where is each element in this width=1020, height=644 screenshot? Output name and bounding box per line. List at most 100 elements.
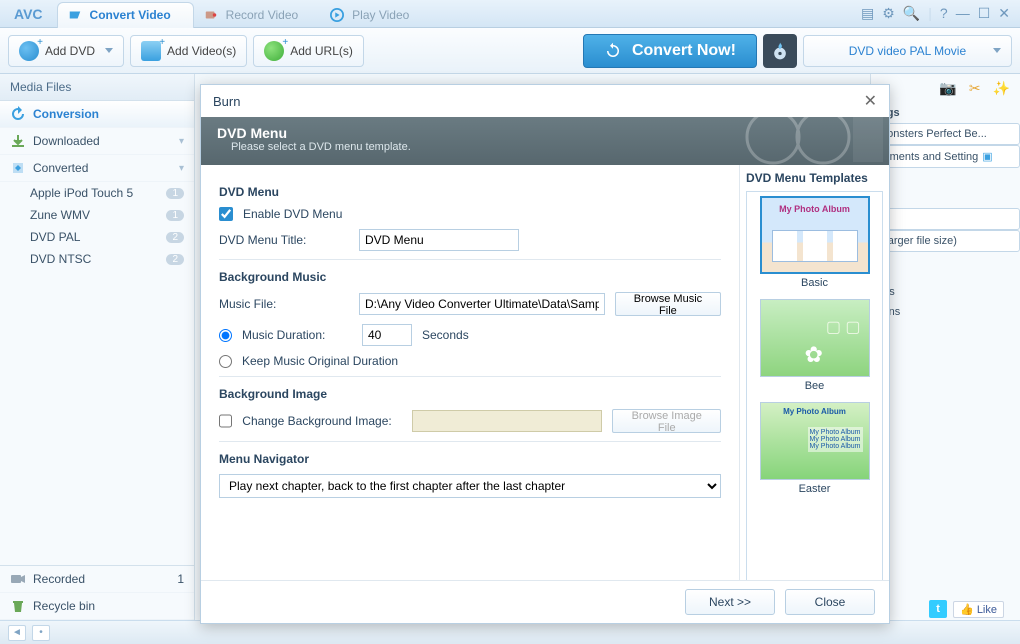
template-label: Easter (799, 483, 831, 495)
next-button[interactable]: Next >> (685, 589, 775, 615)
banner-decoration (743, 117, 883, 165)
preview-toolbar: 📷 ✂ ✨ (871, 74, 1020, 103)
music-duration-input[interactable] (362, 324, 412, 346)
tab-convert-video[interactable]: Convert Video (57, 2, 194, 28)
dialog-form: DVD Menu Enable DVD Menu DVD Menu Title:… (201, 165, 739, 580)
settings-value: 30 (871, 168, 1020, 188)
dvd-menu-title-input[interactable] (359, 229, 519, 251)
menu-navigator-select[interactable]: Play next chapter, back to the first cha… (219, 474, 721, 498)
settings-value: 30 (871, 188, 1020, 208)
sub-label: DVD NTSC (30, 252, 91, 266)
minimize-icon[interactable]: — (956, 5, 970, 22)
scissors-icon[interactable]: ✂ (969, 80, 981, 97)
close-button[interactable]: Close (785, 589, 875, 615)
tab-record-video[interactable]: Record Video (194, 2, 321, 28)
sidebar-sub-item[interactable]: DVD NTSC 2 (0, 248, 194, 270)
close-icon[interactable]: ✕ (864, 91, 877, 111)
gear-icon[interactable]: ⚙ (882, 5, 895, 22)
tab-label: Play Video (352, 8, 409, 22)
sidebar-item-recycle[interactable]: Recycle bin (0, 593, 194, 620)
convert-now-button[interactable]: Convert Now! (583, 34, 757, 68)
template-label: Basic (801, 277, 828, 289)
sidebar-label: Recycle bin (33, 599, 95, 613)
search-icon[interactable]: 🔍 (903, 5, 920, 22)
sidebar-sub-item[interactable]: Zune WMV1 (0, 204, 194, 226)
count-badge: 2 (166, 232, 184, 243)
music-duration-radio[interactable] (219, 329, 232, 342)
maximize-icon[interactable]: ☐ (978, 5, 991, 22)
sidebar-item-converted[interactable]: Converted ▾ (0, 155, 194, 182)
template-thumbnail (760, 196, 870, 274)
templates-header: DVD Menu Templates (746, 171, 883, 185)
sidebar-item-downloaded[interactable]: Downloaded ▾ (0, 128, 194, 155)
dialog-title: Burn (213, 94, 240, 109)
settings-value[interactable]: 76 (871, 208, 1020, 230)
dialog-titlebar: Burn ✕ (201, 85, 889, 117)
camera-icon[interactable]: 📷 (939, 80, 956, 97)
music-file-label: Music File: (219, 297, 349, 311)
section-background-music: Background Music (219, 270, 721, 284)
sidebar-sub-item[interactable]: Apple iPod Touch 51 (0, 182, 194, 204)
list-icon[interactable]: ▤ (861, 5, 874, 22)
add-dvd-button[interactable]: Add DVD (8, 35, 124, 67)
count-badge: 2 (166, 254, 184, 265)
twitter-icon[interactable]: t (929, 600, 947, 618)
toolbar: Add DVD Add Video(s) Add URL(s) Convert … (0, 28, 1020, 74)
record-icon (204, 8, 218, 22)
template-bee[interactable]: Bee (751, 299, 878, 392)
keep-original-radio[interactable] (219, 355, 232, 368)
add-videos-button[interactable]: Add Video(s) (130, 35, 247, 67)
browse-music-button[interactable]: Browse Music File (615, 292, 721, 316)
add-urls-button[interactable]: Add URL(s) (253, 35, 364, 67)
sidebar-header: Media Files (0, 74, 194, 101)
globe-icon (264, 41, 284, 61)
music-file-input[interactable] (359, 293, 605, 315)
sub-label: DVD PAL (30, 230, 80, 244)
window-controls: ▤ ⚙ 🔍 | ? — ☐ ✕ (861, 5, 1020, 22)
sidebar-sub-item[interactable]: DVD PAL 2 (0, 226, 194, 248)
prev-button[interactable]: ◄ (8, 625, 26, 641)
templates-list[interactable]: Basic Bee Easter (746, 191, 883, 580)
close-icon[interactable]: ✕ (998, 5, 1010, 22)
browse-image-button[interactable]: Browse Image File (612, 409, 721, 433)
button-label: Add Video(s) (167, 44, 236, 58)
folder-icon[interactable]: ▣ (982, 150, 992, 163)
button-label: Convert Now! (632, 42, 736, 60)
template-basic[interactable]: Basic (751, 196, 878, 289)
template-thumbnail (760, 299, 870, 377)
dialog-body: DVD Menu Enable DVD Menu DVD Menu Title:… (201, 165, 889, 580)
converted-icon (10, 160, 26, 176)
refresh-icon (604, 42, 622, 60)
facebook-like-button[interactable]: 👍 Like (953, 601, 1004, 618)
help-icon[interactable]: ? (940, 5, 948, 22)
template-thumbnail (760, 402, 870, 480)
settings-path[interactable]: cuments and Setting ▣ (871, 145, 1020, 168)
section-dvd-menu: DVD Menu (219, 185, 721, 199)
settings-file[interactable]: Monsters Perfect Be... (871, 123, 1020, 145)
trash-icon (10, 598, 26, 614)
bg-image-preview (412, 410, 602, 432)
sidebar-item-conversion[interactable]: Conversion (0, 101, 194, 128)
settings-quality[interactable]: (Larger file size) (871, 230, 1020, 252)
button-label: Add DVD (45, 44, 95, 58)
chevron-down-icon (993, 48, 1001, 53)
change-bg-checkbox[interactable] (219, 414, 232, 428)
tab-label: Record Video (226, 8, 299, 22)
sidebar-label: Recorded (33, 572, 85, 586)
sidebar-label: Converted (33, 161, 88, 175)
output-profile-dropdown[interactable]: DVD video PAL Movie (803, 35, 1012, 67)
tab-label: Convert Video (90, 8, 171, 22)
wand-icon[interactable]: ✨ (993, 80, 1010, 97)
enable-dvd-menu-checkbox[interactable] (219, 207, 233, 221)
sidebar-label: Conversion (33, 107, 99, 121)
next-button[interactable]: • (32, 625, 50, 641)
template-easter[interactable]: Easter (751, 402, 878, 495)
tab-play-video[interactable]: Play Video (320, 2, 431, 28)
chevron-down-icon (105, 48, 113, 53)
burn-button[interactable] (763, 34, 797, 68)
button-label: Add URL(s) (290, 44, 353, 58)
camera-icon (10, 571, 26, 587)
download-icon (10, 133, 26, 149)
dialog-footer: Next >> Close (201, 580, 889, 623)
sidebar-item-recorded[interactable]: Recorded 1 (0, 565, 194, 593)
